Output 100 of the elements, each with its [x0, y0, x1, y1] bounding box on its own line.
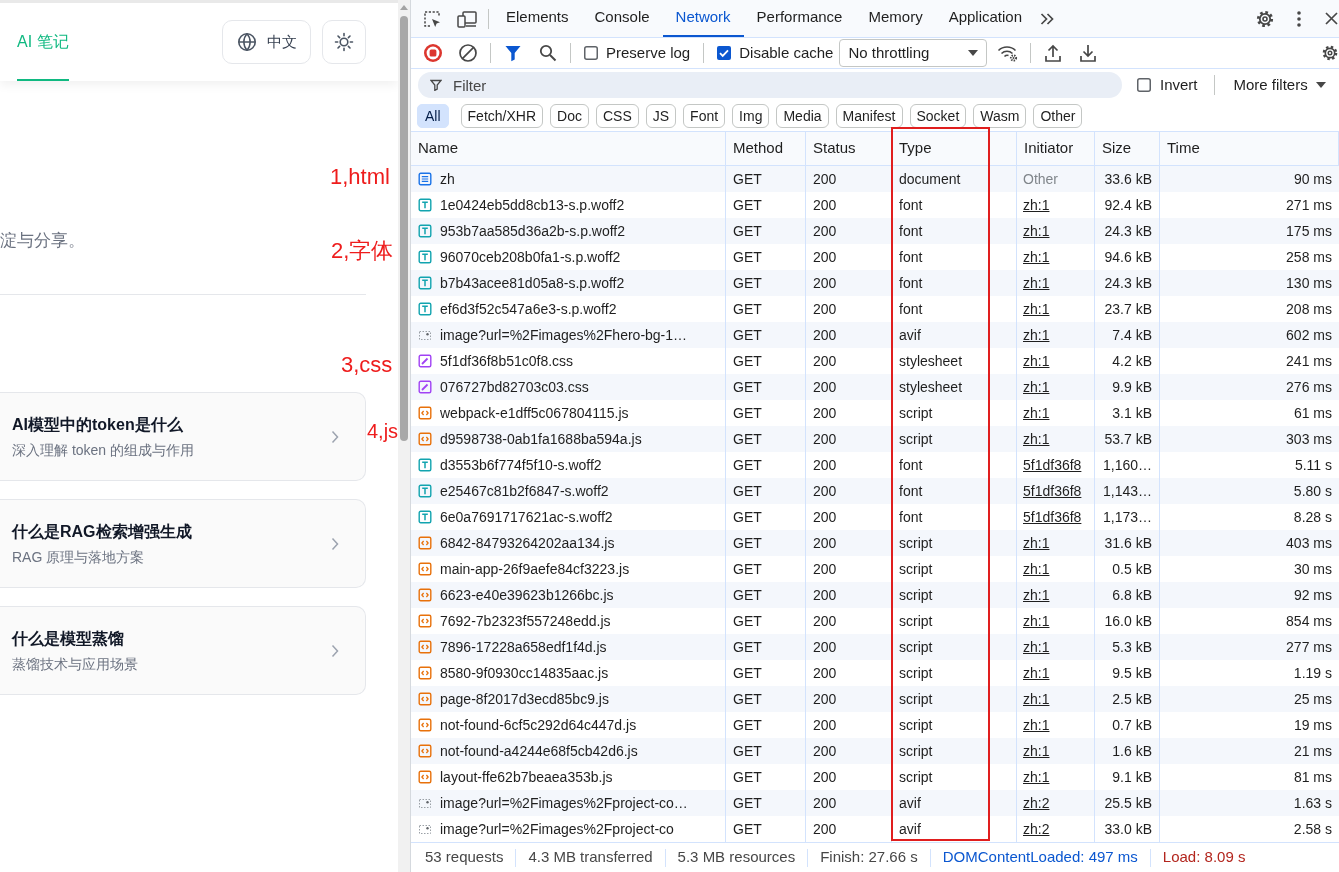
type-text: script — [899, 689, 933, 709]
initiator-link[interactable]: 5f1df36f8 — [1023, 506, 1082, 528]
request-row[interactable]: not-found-a4244e68f5cb42d6.js GET 200 script zh:1 1.6 kB 21 ms — [411, 738, 1339, 764]
initiator-link[interactable]: zh:1 — [1023, 324, 1050, 346]
type-filter-chip[interactable]: Manifest — [835, 104, 903, 128]
request-row[interactable]: page-8f2017d3ecd85bc9.js GET 200 script zh:1 2.5 kB 25 ms — [411, 686, 1339, 712]
request-row[interactable]: zh GET 200 document Other 33.6 kB 90 ms — [411, 166, 1339, 192]
time-text: 1.19 s — [1293, 663, 1332, 683]
initiator-link[interactable]: zh:1 — [1023, 558, 1050, 580]
initiator-link[interactable]: zh:2 — [1023, 792, 1050, 814]
type-filter-chip[interactable]: Fetch/XHR — [460, 104, 544, 128]
column-header[interactable]: Time — [1160, 132, 1339, 165]
initiator-link[interactable]: zh:1 — [1023, 194, 1050, 216]
column-header[interactable]: Method — [726, 132, 806, 165]
devtools-tab[interactable]: Memory — [855, 0, 936, 37]
initiator-link[interactable]: zh:1 — [1023, 662, 1050, 684]
initiator-link[interactable]: zh:1 — [1023, 350, 1050, 372]
type-filter-chip[interactable]: All — [417, 104, 449, 128]
checkbox[interactable] — [584, 46, 598, 60]
initiator-link[interactable]: zh:1 — [1023, 714, 1050, 736]
checkbox[interactable] — [1137, 78, 1151, 92]
devtools-tab[interactable]: Performance — [743, 0, 856, 37]
download-icon[interactable] — [1080, 44, 1097, 62]
request-row[interactable]: 6842-84793264202aa134.js GET 200 script zh:1 31.6 kB 403 ms — [411, 530, 1339, 556]
type-filter-chip[interactable]: Doc — [550, 104, 589, 128]
search-icon[interactable] — [539, 44, 557, 62]
card-subtitle: 蒸馏技术与应用场景 — [12, 655, 139, 674]
file-name: b7b43acee81d05a8-s.p.woff2 — [440, 273, 625, 293]
status-code-text: 200 — [813, 325, 837, 345]
request-row[interactable]: e25467c81b2f6847-s.woff2 GET 200 font 5f1df36f8 1,143… 5.80 s — [411, 478, 1339, 504]
request-row[interactable]: b7b43acee81d05a8-s.p.woff2 GET 200 font zh:1 24.3 kB 130 ms — [411, 270, 1339, 296]
request-row[interactable]: 953b7aa585d36a2b-s.p.woff2 GET 200 font zh:1 24.3 kB 175 ms — [411, 218, 1339, 244]
theme-toggle-button[interactable] — [322, 20, 366, 64]
type-filter-chip[interactable]: JS — [645, 104, 677, 128]
article-card[interactable]: 什么是模型蒸馏 蒸馏技术与应用场景 — [0, 606, 366, 695]
status-code-text: 200 — [813, 507, 837, 527]
initiator-link[interactable]: zh:1 — [1023, 246, 1050, 268]
article-card[interactable]: 什么是RAG检索增强生成 RAG 原理与落地方案 — [0, 499, 366, 588]
initiator-link[interactable]: zh:1 — [1023, 298, 1050, 320]
close-icon[interactable] — [1325, 12, 1338, 25]
request-row[interactable]: image?url=%2Fimages%2Fhero-bg-1… GET 200 avif zh:1 7.4 kB 602 ms — [411, 322, 1339, 348]
column-header[interactable]: Size — [1095, 132, 1160, 165]
device-toggle-icon[interactable] — [457, 9, 477, 28]
checkbox[interactable] — [717, 46, 732, 60]
type-filter-chip[interactable]: Other — [1033, 104, 1083, 128]
language-button[interactable]: 中文 — [222, 20, 311, 64]
initiator-link[interactable]: 5f1df36f8 — [1023, 480, 1082, 502]
initiator-link[interactable]: zh:1 — [1023, 220, 1050, 242]
filter-field[interactable]: Filter — [418, 72, 1122, 98]
scrollbar-track[interactable] — [398, 0, 410, 872]
settings-icon[interactable] — [1321, 43, 1339, 63]
type-filter-chip[interactable]: Font — [683, 104, 726, 128]
initiator-link[interactable]: zh:1 — [1023, 272, 1050, 294]
initiator-link[interactable]: zh:1 — [1023, 766, 1050, 788]
initiator-link[interactable]: zh:1 — [1023, 584, 1050, 606]
request-row[interactable]: 7896-17228a658edf1f4d.js GET 200 script zh:1 5.3 kB 277 ms — [411, 634, 1339, 660]
request-row[interactable]: 076727bd82703c03.css GET 200 stylesheet zh:1 9.9 kB 276 ms — [411, 374, 1339, 400]
column-header[interactable]: Type — [892, 132, 1017, 165]
scrollbar-thumb[interactable] — [400, 16, 408, 441]
initiator-link[interactable]: zh:1 — [1023, 532, 1050, 554]
more-filters-button[interactable]: More filters — [1233, 73, 1326, 97]
column-header[interactable]: Status — [806, 132, 892, 165]
initiator-link[interactable]: zh:1 — [1023, 740, 1050, 762]
request-row[interactable]: image?url=%2Fimages%2Fproject-co… GET 200 avif zh:2 25.5 kB 1.63 s — [411, 790, 1339, 816]
checkbox-label[interactable]: Invert — [1160, 73, 1198, 97]
filter-funnel-icon[interactable] — [504, 44, 522, 62]
initiator-link[interactable]: zh:1 — [1023, 636, 1050, 658]
request-row[interactable]: d9598738-0ab1fa1688ba594a.js GET 200 script zh:1 53.7 kB 303 ms — [411, 426, 1339, 452]
initiator-link[interactable]: zh:1 — [1023, 428, 1050, 450]
devtools-tab[interactable]: Elements — [493, 0, 582, 37]
type-filter-chip[interactable]: Img — [732, 104, 770, 128]
initiator-link[interactable]: zh:2 — [1023, 818, 1050, 840]
checkbox-label[interactable]: Preserve log — [606, 41, 691, 65]
checkbox-label[interactable]: Disable cache — [739, 41, 834, 65]
initiator-link[interactable]: zh:1 — [1023, 688, 1050, 710]
upload-icon[interactable] — [1045, 44, 1062, 62]
settings-icon[interactable] — [1255, 8, 1275, 29]
throttling-select[interactable]: No throttling — [839, 39, 988, 67]
type-filter-chip[interactable]: Socket — [909, 104, 967, 128]
type-filter-chip[interactable]: Media — [776, 104, 829, 128]
column-header[interactable]: Initiator — [1017, 132, 1095, 165]
column-header[interactable]: Name — [411, 132, 726, 165]
devtools-tab[interactable]: Application — [935, 0, 1036, 37]
type-filter-chip[interactable]: Wasm — [973, 104, 1027, 128]
initiator-link[interactable]: zh:1 — [1023, 610, 1050, 632]
article-card[interactable]: AI模型中的token是什么 深入理解 token 的组成与作用 — [0, 392, 366, 481]
more-options-icon[interactable] — [1297, 10, 1301, 27]
stop-recording-icon[interactable] — [423, 43, 443, 63]
method-text: GET — [733, 429, 762, 449]
initiator-link[interactable]: zh:1 — [1023, 376, 1050, 398]
initiator-link[interactable]: zh:1 — [1023, 402, 1050, 424]
clear-icon[interactable] — [458, 43, 478, 63]
network-conditions-icon[interactable] — [997, 44, 1020, 62]
inspect-icon[interactable] — [423, 9, 441, 28]
size-text: 92.4 kB — [1104, 195, 1152, 215]
devtools-tab[interactable]: Console — [581, 0, 663, 37]
request-row[interactable]: 6623-e40e39623b1266bc.js GET 200 script zh:1 6.8 kB 92 ms — [411, 582, 1339, 608]
initiator-link[interactable]: 5f1df36f8 — [1023, 454, 1082, 476]
size-text: 1,160… — [1102, 455, 1152, 475]
type-filter-chip[interactable]: CSS — [595, 104, 639, 128]
